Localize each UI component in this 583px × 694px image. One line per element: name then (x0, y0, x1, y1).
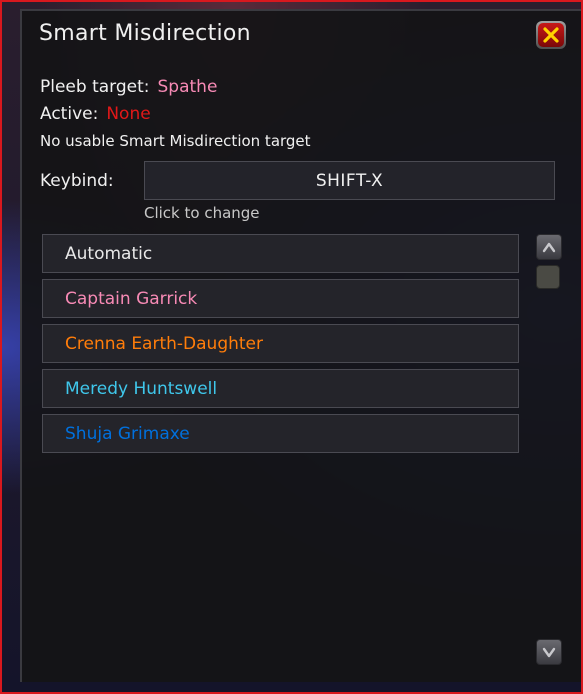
target-item-label: Automatic (65, 243, 153, 264)
pleeb-target-value: Spathe (157, 77, 218, 97)
keybind-hint: Click to change (144, 204, 260, 222)
target-item-meredy-huntswell[interactable]: Meredy Huntswell (42, 369, 519, 408)
scroll-up-button[interactable] (536, 234, 562, 260)
smart-misdirection-panel: Smart Misdirection Pleeb target: Spathe A… (20, 9, 583, 682)
status-message: No usable Smart Misdirection target (40, 132, 311, 150)
keybind-label: Keybind: (40, 171, 114, 191)
target-item-automatic[interactable]: Automatic (42, 234, 519, 273)
target-item-label: Meredy Huntswell (65, 378, 218, 399)
target-item-shuja-grimaxe[interactable]: Shuja Grimaxe (42, 414, 519, 453)
pleeb-target-row: Pleeb target: Spathe (40, 77, 217, 97)
panel-title: Smart Misdirection (39, 21, 251, 46)
scroll-down-button[interactable] (536, 639, 562, 665)
chevron-down-icon (542, 647, 556, 658)
chevron-up-icon (542, 242, 556, 253)
target-item-label: Shuja Grimaxe (65, 423, 190, 444)
target-item-label: Crenna Earth-Daughter (65, 333, 263, 354)
target-item-captain-garrick[interactable]: Captain Garrick (42, 279, 519, 318)
close-button[interactable] (536, 21, 566, 49)
close-icon (543, 27, 559, 43)
keybind-button[interactable]: SHIFT-X (144, 161, 555, 200)
scrollbar-thumb[interactable] (536, 265, 560, 289)
target-item-crenna-earth-daughter[interactable]: Crenna Earth-Daughter (42, 324, 519, 363)
pleeb-target-label: Pleeb target: (40, 77, 150, 97)
keybind-value: SHIFT-X (315, 170, 384, 191)
active-label: Active: (40, 104, 99, 124)
active-value: None (106, 104, 151, 124)
active-row: Active: None (40, 104, 151, 124)
target-item-label: Captain Garrick (65, 288, 198, 309)
